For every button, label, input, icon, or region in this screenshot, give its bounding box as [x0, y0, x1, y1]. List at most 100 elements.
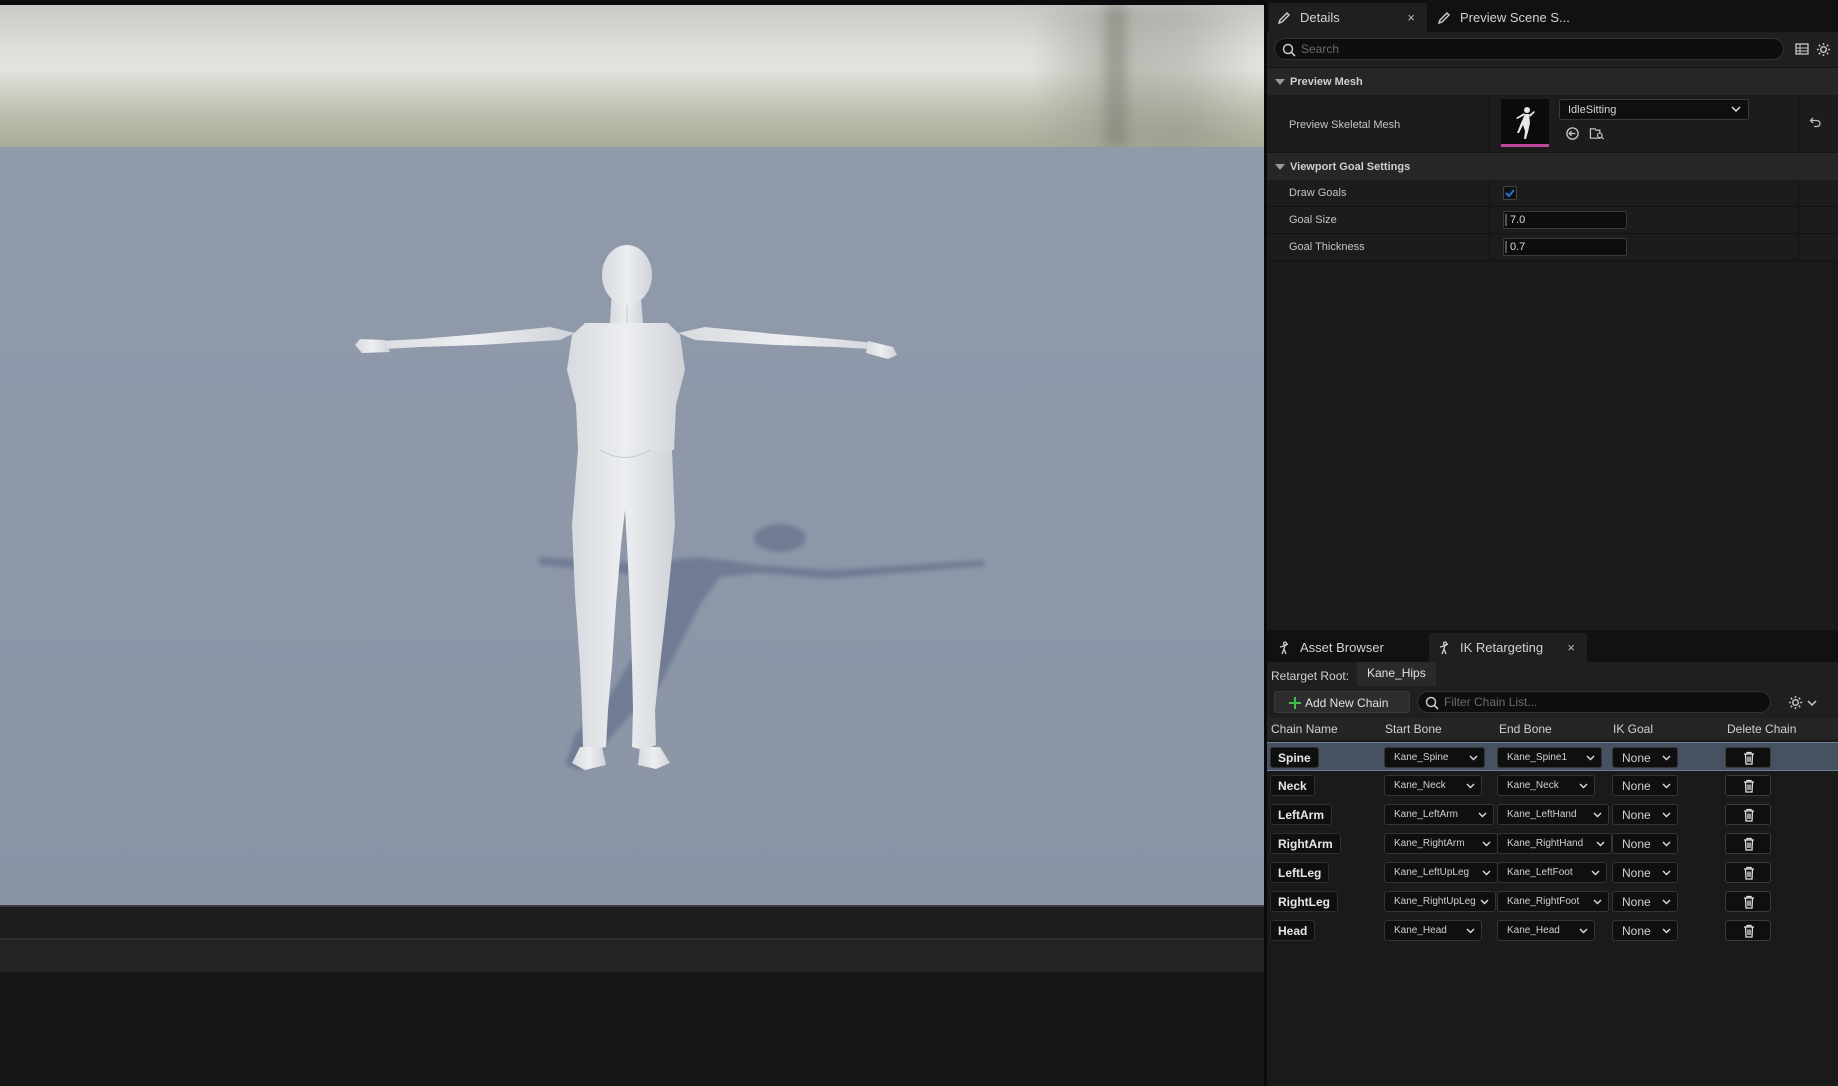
mannequin-icon: [1279, 640, 1289, 654]
chain-row-leftarm[interactable]: LeftArm Kane_LeftArm Kane_LeftHand None: [1267, 800, 1838, 829]
chain-name-field[interactable]: LeftArm: [1270, 804, 1333, 825]
delete-chain-button[interactable]: [1725, 891, 1771, 912]
delete-chain-button[interactable]: [1725, 804, 1771, 825]
delete-chain-button[interactable]: [1725, 920, 1771, 941]
ik-goal-dropdown[interactable]: None: [1612, 833, 1678, 854]
plus-icon: [1289, 697, 1301, 709]
chevron-down-icon: [1586, 755, 1595, 761]
col-ik-goal[interactable]: IK Goal: [1613, 722, 1653, 736]
end-bone-dropdown[interactable]: Kane_RightFoot: [1497, 891, 1609, 912]
tab-details[interactable]: Details ×: [1269, 3, 1427, 32]
retarget-root-row: Retarget Root: Kane_Hips: [1267, 662, 1838, 690]
mesh-thumbnail[interactable]: [1501, 99, 1549, 147]
filter-chain-input[interactable]: Filter Chain List...: [1417, 691, 1771, 713]
collapse-arrow-icon: [1275, 164, 1285, 170]
chevron-down-icon: [1466, 783, 1475, 789]
start-bone-dropdown[interactable]: Kane_RightUpLeg: [1384, 891, 1496, 912]
end-bone-dropdown[interactable]: Kane_RightHand: [1497, 833, 1612, 854]
add-new-chain-button[interactable]: Add New Chain: [1274, 691, 1410, 713]
browse-icon[interactable]: [1589, 126, 1605, 141]
start-bone-dropdown[interactable]: Kane_RightArm: [1384, 833, 1498, 854]
chain-row-spine[interactable]: Spine Kane_Spine Kane_Spine1 None: [1267, 742, 1838, 771]
retarget-root-label: Retarget Root:: [1271, 669, 1350, 683]
end-bone-dropdown[interactable]: Kane_Neck: [1497, 775, 1595, 796]
draw-goals-checkbox[interactable]: [1503, 186, 1517, 200]
tab-asset-browser[interactable]: Asset Browser: [1269, 633, 1427, 662]
col-chain-name[interactable]: Chain Name: [1271, 722, 1338, 736]
chain-name-field[interactable]: RightLeg: [1270, 891, 1338, 912]
row-goal-thickness: Goal Thickness 0.7: [1267, 234, 1838, 261]
ik-goal-dropdown[interactable]: None: [1612, 920, 1678, 941]
search-icon: [1425, 696, 1439, 710]
ik-goal-dropdown[interactable]: None: [1612, 891, 1678, 912]
chevron-down-icon: [1662, 870, 1671, 876]
search-input[interactable]: Search: [1274, 38, 1784, 60]
grid-icon[interactable]: [1795, 42, 1809, 56]
mannequin-icon: [1439, 640, 1449, 654]
delete-chain-button[interactable]: [1725, 833, 1771, 854]
chevron-down-icon: [1593, 899, 1602, 905]
chevron-down-icon: [1662, 928, 1671, 934]
section-viewport-goal-settings[interactable]: Viewport Goal Settings: [1267, 152, 1838, 180]
retarget-root-value[interactable]: Kane_Hips: [1357, 662, 1436, 686]
viewport-statusbar: [0, 905, 1264, 940]
checkmark-icon: [1505, 189, 1515, 198]
chain-row-leftleg[interactable]: LeftLeg Kane_LeftUpLeg Kane_LeftFoot Non…: [1267, 858, 1838, 887]
delete-chain-button[interactable]: [1725, 862, 1771, 883]
chain-name-field[interactable]: Head: [1270, 920, 1316, 941]
gear-icon[interactable]: [1816, 42, 1831, 57]
goal-size-field[interactable]: 7.0: [1503, 211, 1627, 229]
chain-row-head[interactable]: Head Kane_Head Kane_Head None: [1267, 916, 1838, 945]
preview-viewport[interactable]: [0, 5, 1264, 905]
ik-goal-dropdown[interactable]: None: [1612, 862, 1678, 883]
ik-goal-dropdown[interactable]: None: [1612, 775, 1678, 796]
chain-name-field[interactable]: Neck: [1270, 775, 1315, 796]
add-new-chain-label: Add New Chain: [1305, 696, 1389, 710]
start-bone-dropdown[interactable]: Kane_Spine: [1384, 747, 1485, 768]
start-bone-dropdown[interactable]: Kane_LeftArm: [1384, 804, 1494, 825]
end-bone-dropdown[interactable]: Kane_LeftHand: [1497, 804, 1609, 825]
col-delete-chain[interactable]: Delete Chain: [1727, 722, 1796, 736]
mesh-asset-value: IdleSitting: [1568, 103, 1617, 116]
section-preview-mesh[interactable]: Preview Mesh: [1267, 67, 1838, 95]
chain-name-field[interactable]: LeftLeg: [1270, 862, 1330, 883]
gear-icon[interactable]: [1788, 695, 1803, 710]
prop-label: Goal Size: [1289, 214, 1337, 226]
col-end-bone[interactable]: End Bone: [1499, 722, 1552, 736]
chevron-down-icon: [1662, 841, 1671, 847]
pencil-icon: [1277, 11, 1290, 24]
close-icon[interactable]: ×: [1567, 640, 1575, 655]
goal-thickness-field[interactable]: 0.7: [1503, 238, 1627, 256]
tab-details-label: Details: [1300, 10, 1340, 25]
chain-table-header: Chain Name Start Bone End Bone IK Goal D…: [1267, 718, 1838, 740]
end-bone-dropdown[interactable]: Kane_Spine1: [1497, 747, 1602, 768]
end-bone-dropdown[interactable]: Kane_LeftFoot: [1497, 862, 1607, 883]
tab-ik-retargeting[interactable]: IK Retargeting ×: [1429, 633, 1587, 662]
ik-goal-dropdown[interactable]: None: [1612, 804, 1678, 825]
prop-label: Preview Skeletal Mesh: [1289, 119, 1401, 131]
chain-row-rightarm[interactable]: RightArm Kane_RightArm Kane_RightHand No…: [1267, 829, 1838, 858]
end-bone-dropdown[interactable]: Kane_Head: [1497, 920, 1595, 941]
chain-row-rightleg[interactable]: RightLeg Kane_RightUpLeg Kane_RightFoot …: [1267, 887, 1838, 916]
start-bone-dropdown[interactable]: Kane_Head: [1384, 920, 1482, 941]
chain-row-neck[interactable]: Neck Kane_Neck Kane_Neck None: [1267, 771, 1838, 800]
chevron-down-icon[interactable]: [1807, 699, 1817, 707]
col-start-bone[interactable]: Start Bone: [1385, 722, 1442, 736]
section-title: Viewport Goal Settings: [1290, 160, 1411, 173]
mesh-asset-picker[interactable]: IdleSitting: [1559, 99, 1749, 120]
start-bone-dropdown[interactable]: Kane_Neck: [1384, 775, 1482, 796]
ik-goal-dropdown[interactable]: None: [1612, 747, 1678, 768]
row-preview-skeletal-mesh: Preview Skeletal Mesh IdleSitting: [1267, 95, 1838, 155]
trash-icon: [1744, 895, 1754, 909]
close-icon[interactable]: ×: [1407, 10, 1415, 25]
reset-icon[interactable]: [1565, 126, 1580, 141]
character-mannequin[interactable]: [0, 5, 1264, 905]
reset-to-default-icon[interactable]: [1809, 116, 1821, 128]
start-bone-dropdown[interactable]: Kane_LeftUpLeg: [1384, 862, 1498, 883]
delete-chain-button[interactable]: [1725, 775, 1771, 796]
search-icon: [1282, 43, 1296, 57]
chain-name-field[interactable]: RightArm: [1270, 833, 1341, 854]
chain-name-field[interactable]: Spine: [1270, 747, 1319, 768]
delete-chain-button[interactable]: [1725, 747, 1771, 768]
tab-preview-scene[interactable]: Preview Scene S...: [1429, 3, 1599, 32]
